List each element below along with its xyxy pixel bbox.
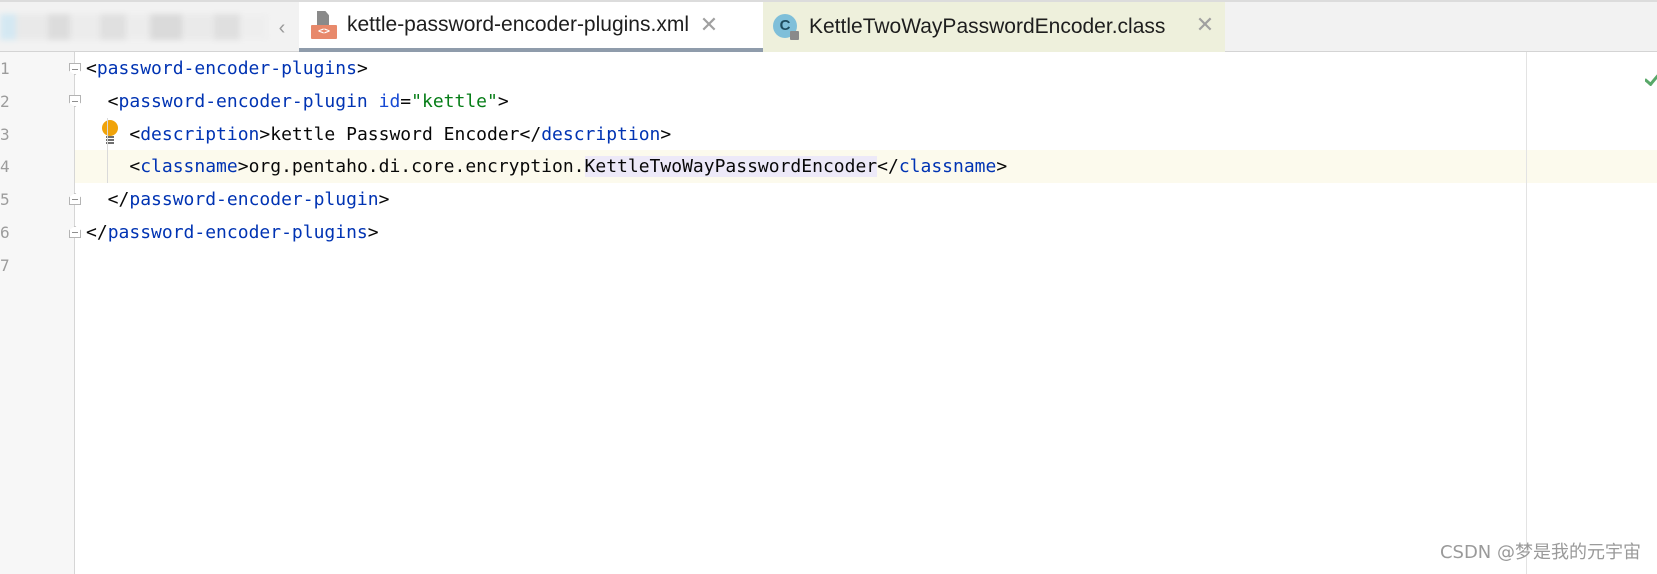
code-line: <password-encoder-plugin id="kettle"> — [86, 85, 509, 118]
code-token-tag: classname — [140, 156, 238, 177]
code-token-tag: description — [541, 124, 661, 145]
code-token-punct: > — [996, 156, 1008, 177]
tab-label: kettle-password-encoder-plugins.xml — [347, 13, 689, 36]
line-number: 2 — [0, 92, 10, 111]
inspection-ok-check-icon[interactable] — [1645, 72, 1657, 86]
code-token-punct: > — [237, 156, 249, 177]
code-token-tag: password-encoder-plugin — [118, 91, 368, 112]
editor-gutter: 1 2 3 4 5 6 7 — [0, 52, 75, 574]
watermark: CSDN @梦是我的元宇宙 — [1439, 542, 1641, 563]
code-line: </password-encoder-plugins> — [86, 216, 379, 249]
editor-tab-bar: ‹ <> kettle-password-encoder-plugins.xml… — [0, 0, 1657, 52]
tab-kettle-password-encoder-plugins-xml[interactable]: <> kettle-password-encoder-plugins.xml ✕ — [299, 2, 763, 52]
line-number: 4 — [0, 157, 10, 176]
line-number: 3 — [0, 125, 10, 144]
line-number: 6 — [0, 223, 10, 242]
code-token-punct: < — [86, 58, 97, 79]
code-token-punct: </ — [877, 156, 899, 177]
code-token-str: "kettle" — [411, 91, 498, 112]
code-token-tag: password-encoder-plugins — [96, 58, 357, 79]
code-line: <classname>org.pentaho.di.core.encryptio… — [86, 150, 1007, 183]
line-number: 7 — [0, 256, 10, 275]
code-editor[interactable]: 1 2 3 4 5 6 7 <password-encoder-plugins>… — [0, 52, 1657, 574]
code-token-punct: < — [86, 91, 119, 112]
code-token-hl: KettleTwoWayPasswordEncoder — [584, 156, 878, 177]
code-token-punct: < — [86, 156, 141, 177]
code-token-punct: > — [660, 124, 672, 145]
code-token-attr: id — [378, 91, 401, 112]
code-token-tag: password-encoder-plugin — [129, 189, 379, 210]
code-token-punct: = — [400, 91, 412, 112]
scroll-tabs-left-icon[interactable]: ‹ — [272, 16, 292, 40]
code-token-punct: > — [497, 91, 509, 112]
xml-file-icon: <> — [311, 11, 337, 39]
code-token-punct: </ — [519, 124, 542, 145]
tab-kettle-two-way-password-encoder-class[interactable]: C KettleTwoWayPasswordEncoder.class ✕ — [763, 2, 1225, 52]
code-token-tag: password-encoder-plugins — [107, 222, 368, 243]
line-number: 1 — [0, 59, 10, 78]
code-token-punct: > — [378, 189, 390, 210]
code-token-tag: description — [140, 124, 260, 145]
code-token-text: org.pentaho.di.core.encryption. — [248, 156, 585, 177]
code-line: <password-encoder-plugins> — [86, 52, 368, 85]
right-margin-guide — [1526, 52, 1527, 574]
class-file-icon: C — [773, 14, 799, 40]
code-line: </password-encoder-plugin> — [86, 183, 390, 216]
code-token-punct: < — [86, 124, 141, 145]
code-token-punct: > — [356, 58, 368, 79]
close-tab-icon[interactable]: ✕ — [1193, 13, 1217, 37]
code-token-punct: </ — [86, 222, 108, 243]
line-number: 5 — [0, 190, 10, 209]
code-token-punct: > — [259, 124, 271, 145]
tab-label: KettleTwoWayPasswordEncoder.class — [809, 15, 1166, 38]
code-token-text: kettle Password Encoder — [270, 124, 520, 145]
code-line: <description>kettle Password Encoder</de… — [86, 118, 671, 151]
code-token-punct: </ — [86, 189, 130, 210]
close-tab-icon[interactable]: ✕ — [697, 13, 721, 37]
code-token-tag: classname — [898, 156, 997, 177]
code-token-punct: > — [367, 222, 379, 243]
blurred-hidden-tabs — [0, 14, 268, 40]
